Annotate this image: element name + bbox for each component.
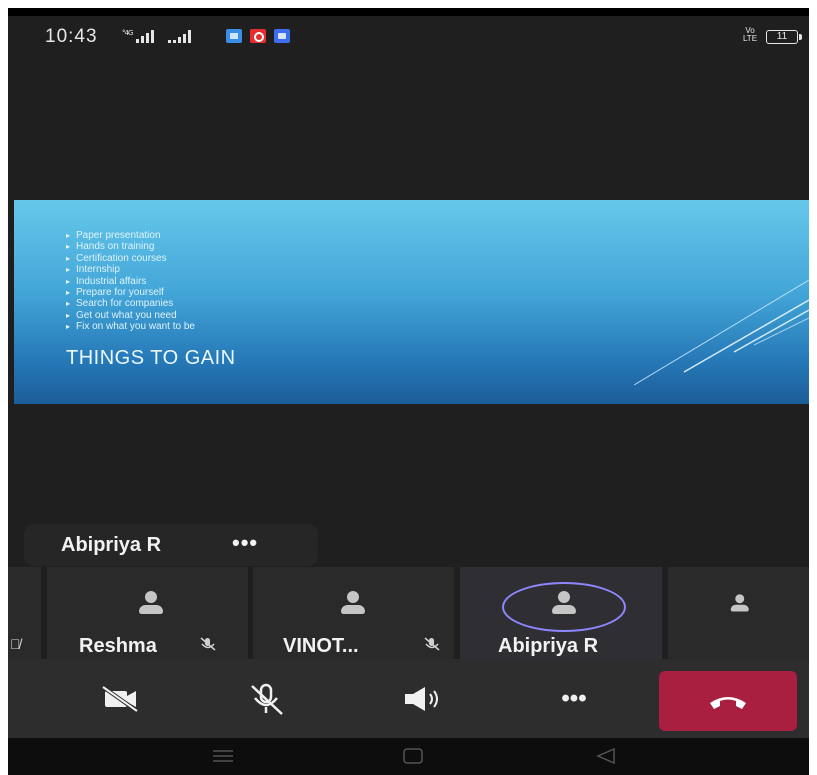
signal-icon: °4G — [122, 26, 214, 52]
hang-up-icon — [710, 697, 746, 709]
slide-bullet-list: Paper presentationHands on trainingCerti… — [66, 230, 195, 333]
speaker-button[interactable] — [376, 671, 466, 727]
hang-up-button[interactable] — [659, 671, 797, 731]
home-icon[interactable] — [401, 746, 425, 766]
back-icon[interactable] — [594, 746, 618, 766]
call-screen: 10:43 °4G Vo LTE 11 Paper presentationHa… — [8, 8, 809, 775]
mic-off-icon — [251, 683, 283, 715]
more-options-button[interactable]: ••• — [529, 671, 619, 727]
participant-tile-abipriya[interactable]: Abipriya R — [460, 567, 662, 659]
notification-icon — [226, 29, 242, 43]
menu-icon[interactable] — [210, 746, 236, 766]
shared-slide[interactable]: Paper presentationHands on trainingCerti… — [14, 200, 809, 404]
participant-name: Abipriya R — [498, 635, 599, 657]
speaker-more-button[interactable]: ••• — [232, 530, 258, 556]
participant-tile-reshma[interactable]: Reshma — [47, 567, 248, 659]
slide-bullet: Search for companies — [66, 298, 195, 310]
mute-toggle-button[interactable] — [221, 671, 311, 727]
avatar-icon — [548, 589, 578, 619]
active-speaker-label[interactable]: Abipriya R ••• — [24, 524, 318, 566]
participant-name: VINOT... — [283, 635, 359, 657]
top-edge — [8, 8, 809, 16]
slide-bullet: Get out what you need — [66, 310, 195, 322]
slide-bullet: Internship — [66, 264, 195, 276]
avatar-icon — [337, 589, 367, 619]
participant-strip[interactable]: 🎙̸ Reshma VINOT... Abipriya R — [8, 567, 809, 659]
call-controls: ••• — [8, 659, 809, 738]
slide-title: THINGS TO GAIN — [66, 347, 236, 369]
mic-off-icon: 🎙̸ — [10, 636, 21, 652]
slide-bullet: Paper presentation — [66, 230, 195, 242]
opera-icon — [250, 29, 266, 43]
camera-toggle-button[interactable] — [75, 671, 165, 727]
slide-bullet: Fix on what you want to be — [66, 321, 195, 333]
participant-name: Reshma — [79, 635, 157, 657]
speaker-icon — [405, 687, 438, 711]
mic-off-icon — [423, 636, 441, 655]
participant-tile-vinot[interactable]: VINOT... — [253, 567, 454, 659]
battery-icon: 11 — [766, 30, 802, 44]
volte-icon: Vo LTE — [742, 26, 758, 43]
slide-bullet: Certification courses — [66, 253, 195, 265]
video-off-icon — [101, 685, 139, 713]
teams-icon — [274, 29, 290, 43]
active-speaker-name: Abipriya R — [61, 534, 162, 556]
slide-bullet: Hands on training — [66, 241, 195, 253]
status-time: 10:43 — [45, 26, 98, 47]
avatar-icon — [728, 593, 751, 616]
avatar-icon — [135, 589, 165, 619]
slide-bullet: Industrial affairs — [66, 276, 195, 288]
participant-tile[interactable]: 🎙̸ — [8, 567, 41, 659]
mic-off-icon — [199, 636, 217, 655]
slide-bullet: Prepare for yourself — [66, 287, 195, 299]
svg-text:°4G: °4G — [122, 29, 133, 37]
android-navigation-bar — [8, 738, 809, 775]
slide-decoration — [633, 279, 809, 386]
participant-tile[interactable] — [668, 567, 809, 659]
more-icon: ••• — [561, 685, 587, 712]
